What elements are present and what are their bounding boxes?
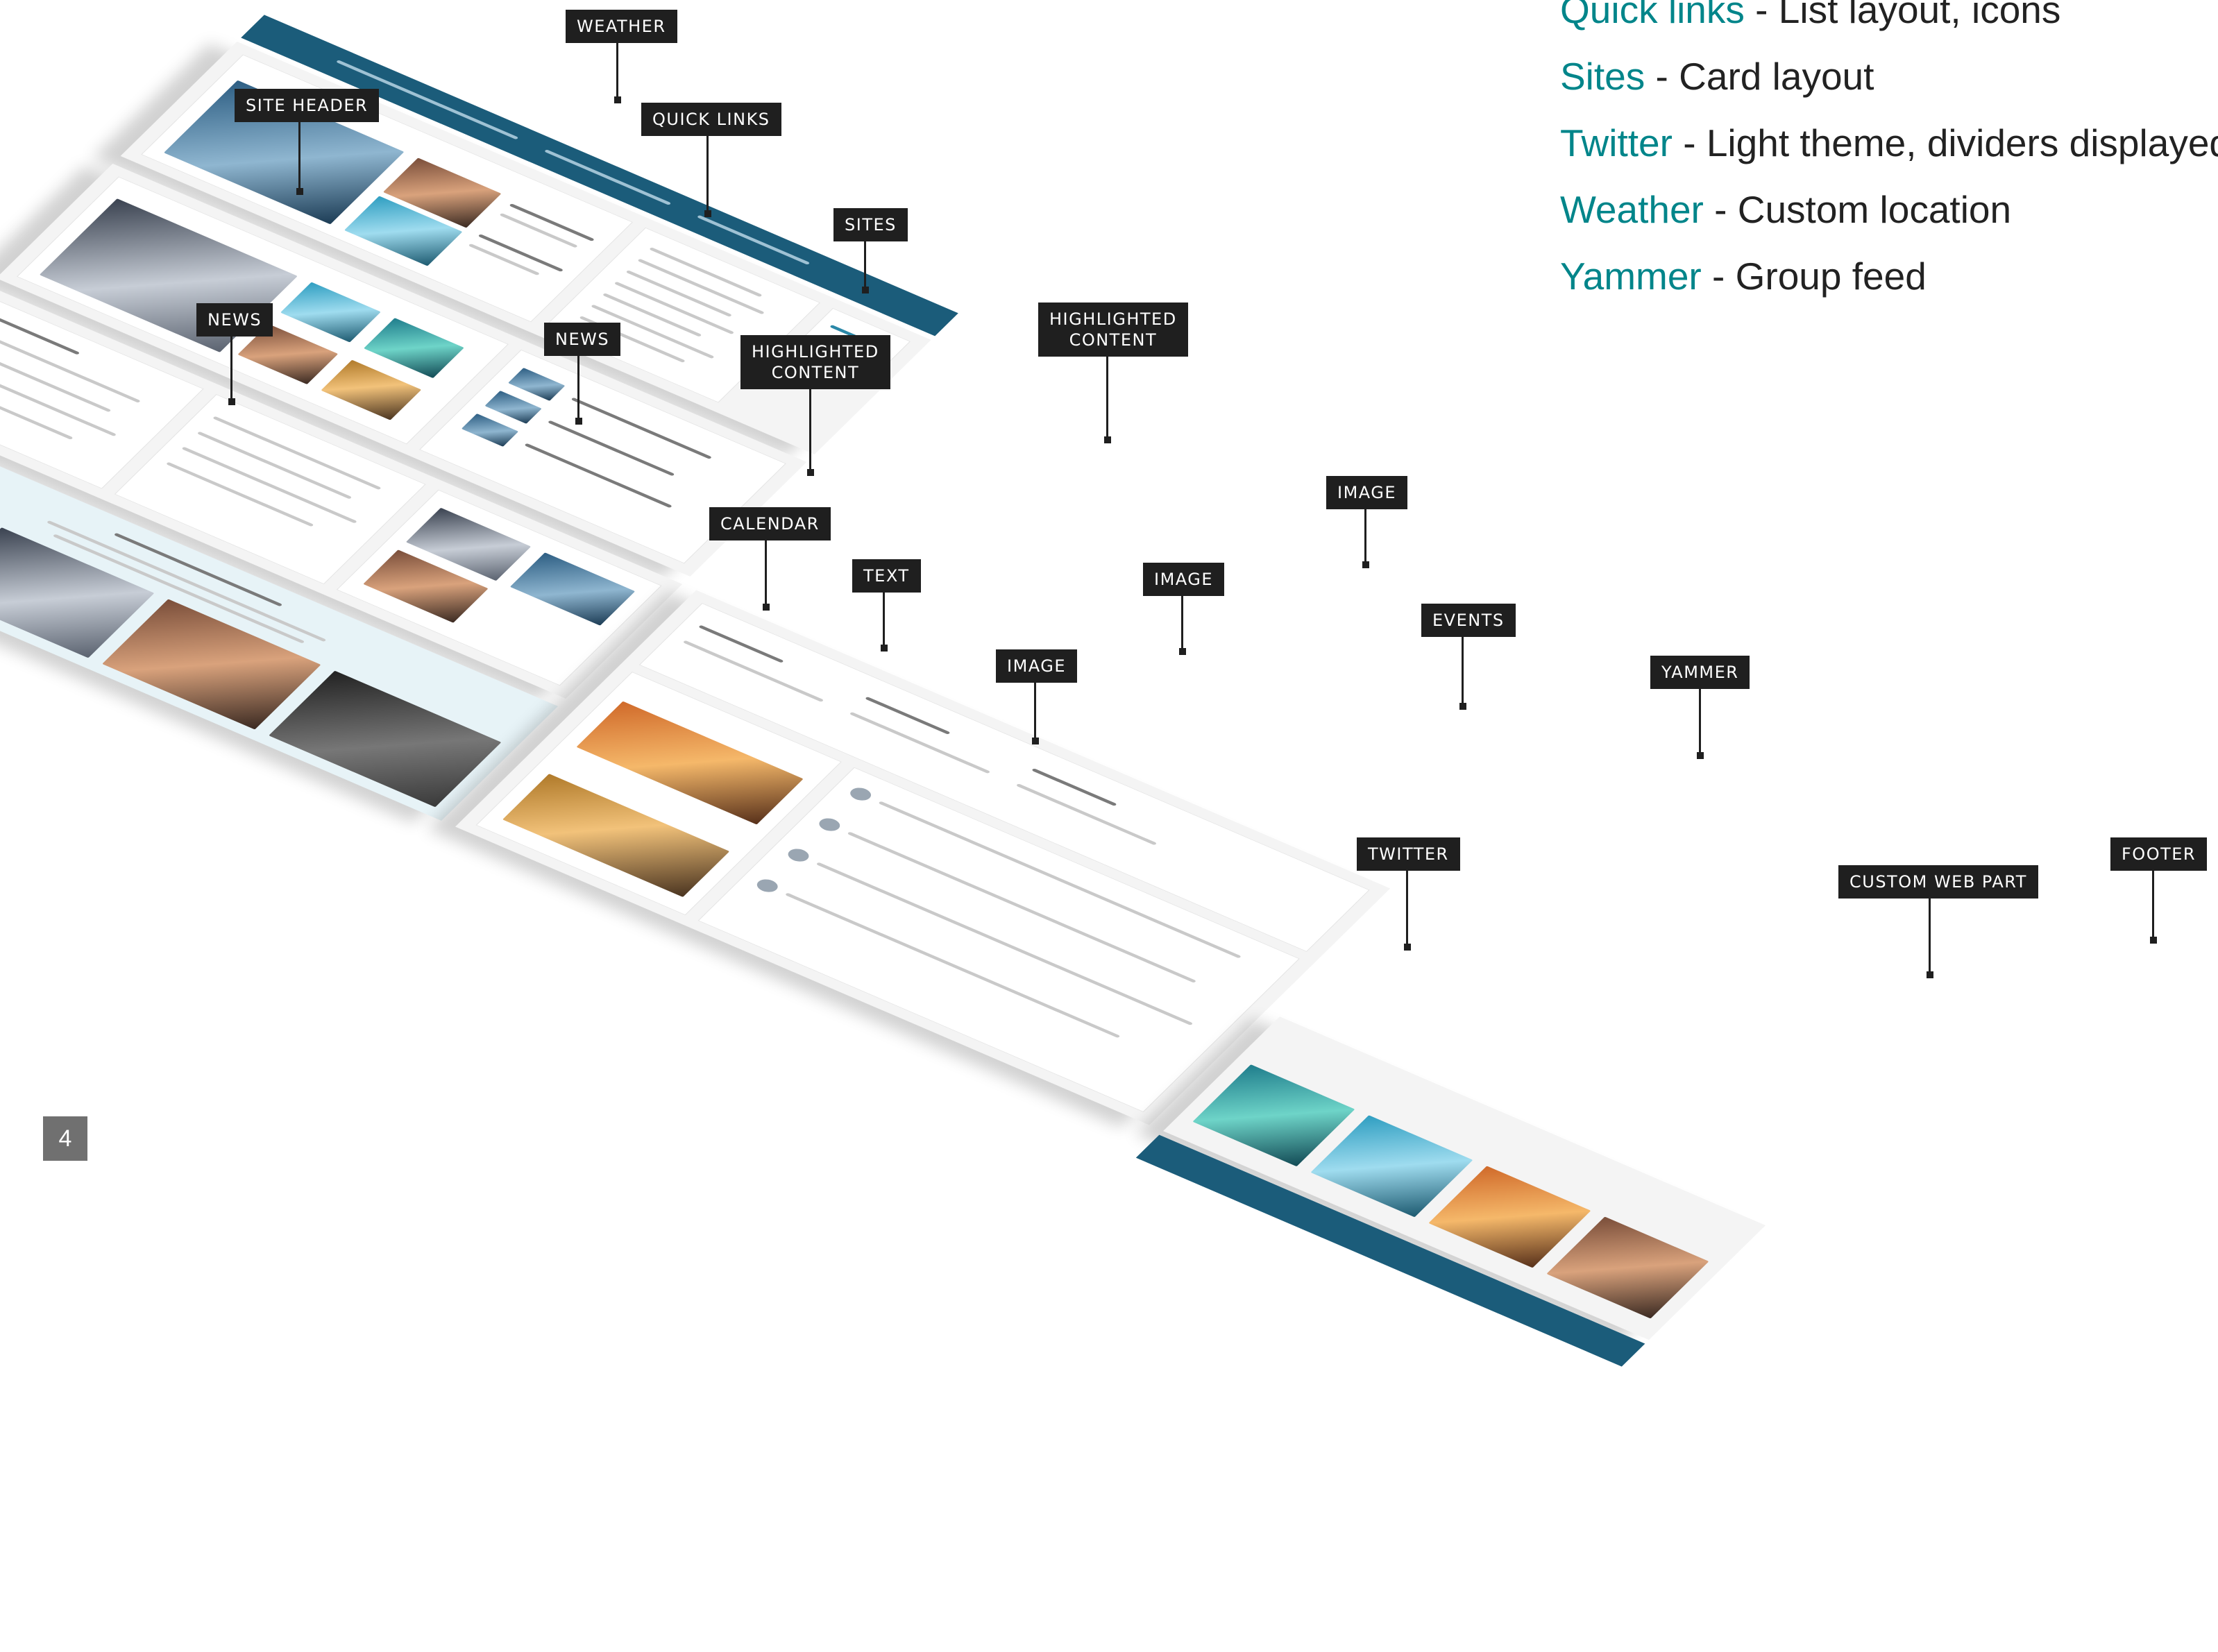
legend-name: Yammer: [1560, 255, 1702, 298]
callout-pin: [806, 469, 814, 476]
callout-stem: [883, 593, 885, 648]
callout-text: TEXT: [852, 559, 921, 593]
callout-stem: [1034, 683, 1036, 741]
callout-pin: [762, 604, 770, 611]
legend-row-twitter: Twitter - Light theme, dividers displaye…: [1560, 110, 2218, 176]
callout-yammer: YAMMER: [1650, 656, 1750, 689]
callout-site-header: SITE HEADER: [235, 89, 380, 122]
page-number: 4: [43, 1116, 87, 1161]
callout-pin: [1103, 436, 1111, 443]
legend-description: - Custom location: [1703, 188, 2012, 231]
callout-pin: [1362, 561, 1369, 568]
callout-stem: [1364, 509, 1366, 565]
callout-stem: [1699, 689, 1701, 756]
callout-stem: [230, 337, 232, 402]
legend-row-sites: Sites - Card layout: [1560, 43, 2218, 110]
callout-footer: FOOTER: [2110, 837, 2208, 871]
legend-description: - Card layout: [1645, 55, 1874, 98]
callout-stem: [577, 356, 579, 421]
callout-stem: [1462, 637, 1464, 706]
callout-stem: [765, 540, 767, 607]
callout-pin: [861, 287, 869, 293]
legend-name: Sites: [1560, 55, 1645, 98]
legend-description: - List layout, icons: [1744, 0, 2061, 31]
callout-weather: WEATHER: [566, 10, 677, 43]
callout-pin: [228, 398, 235, 405]
callout-highlighted-content: HIGHLIGHTED CONTENT: [1038, 303, 1188, 357]
callout-pin: [880, 645, 888, 652]
callout-pin: [1926, 971, 1933, 978]
callout-pin: [1403, 944, 1411, 951]
callout-pin: [1459, 703, 1466, 710]
callout-stem: [706, 136, 709, 214]
callout-pin: [613, 96, 621, 103]
callout-pin: [2149, 937, 2157, 944]
callout-pin: [1696, 752, 1704, 759]
callout-stem: [616, 43, 618, 100]
callout-highlighted-content: HIGHLIGHTED CONTENT: [740, 335, 890, 389]
callout-pin: [1178, 648, 1186, 655]
callout-news: NEWS: [544, 323, 621, 356]
callout-calendar: CALENDAR: [709, 507, 831, 540]
callout-pin: [1031, 738, 1039, 744]
callout-stem: [298, 122, 300, 191]
callout-pin: [296, 188, 303, 195]
callout-stem: [1106, 357, 1108, 440]
legend-name: Twitter: [1560, 121, 1673, 164]
legend-row-yammer: Yammer - Group feed: [1560, 243, 2218, 309]
callout-image: IMAGE: [996, 649, 1078, 683]
callout-image: IMAGE: [1143, 563, 1225, 596]
callout-custom-web-part: CUSTOM WEB PART: [1838, 865, 2038, 899]
legend-row-quick-links: Quick links - List layout, icons: [1560, 0, 2218, 43]
callout-image: IMAGE: [1326, 476, 1408, 509]
callout-stem: [2152, 871, 2154, 940]
callout-stem: [864, 241, 866, 290]
callout-stem: [1181, 596, 1183, 652]
callout-stem: [1929, 899, 1931, 975]
legend-name: Weather: [1560, 188, 1704, 231]
legend-description: - Group feed: [1701, 255, 1927, 298]
callout-pin: [575, 418, 582, 425]
callout-pin: [704, 210, 711, 217]
callout-events: EVENTS: [1421, 604, 1516, 637]
web-part-legend: Quick links - List layout, icons Sites -…: [1560, 0, 2218, 309]
legend-description: - Light theme, dividers displayed: [1672, 121, 2218, 164]
callout-stem: [1406, 871, 1408, 947]
callout-quick-links: QUICK LINKS: [641, 103, 781, 136]
callout-twitter: TWITTER: [1357, 837, 1460, 871]
callout-sites: SITES: [833, 208, 908, 241]
legend-row-weather: Weather - Custom location: [1560, 176, 2218, 243]
legend-name: Quick links: [1560, 0, 1745, 31]
callout-stem: [809, 389, 811, 472]
callout-news: NEWS: [196, 303, 273, 337]
